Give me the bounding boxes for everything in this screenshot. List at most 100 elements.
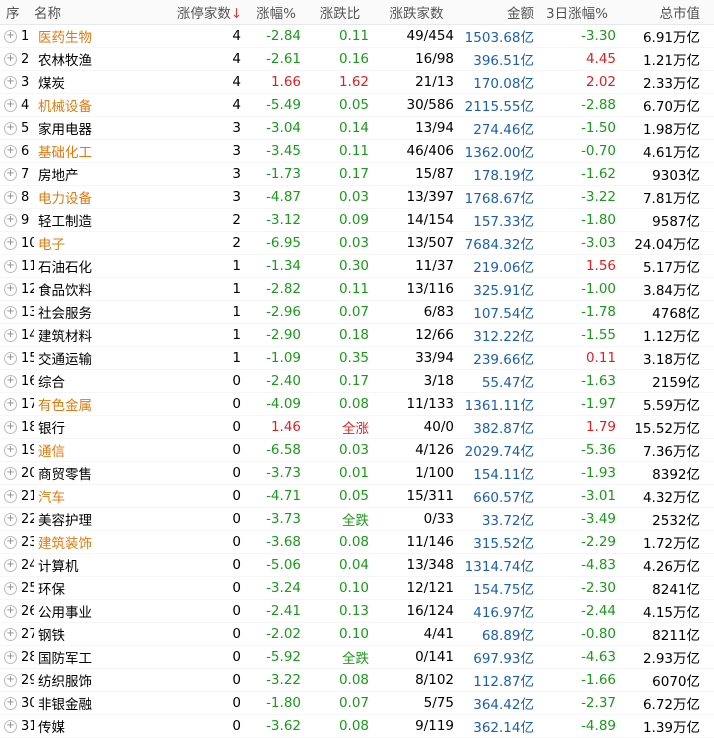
sector-name[interactable]: 基础化工 (34, 141, 172, 161)
plus-circle-icon[interactable]: + (4, 259, 17, 273)
sector-name[interactable]: 银行 (34, 417, 172, 437)
sector-name[interactable]: 农林牧渔 (34, 49, 172, 69)
sector-name[interactable]: 机械设备 (34, 95, 172, 115)
plus-circle-icon[interactable]: + (4, 696, 17, 710)
header-amount[interactable]: 金额 (458, 2, 536, 22)
sector-name[interactable]: 煤炭 (34, 72, 172, 92)
sector-name[interactable]: 纺织服饰 (34, 670, 172, 690)
plus-circle-icon[interactable]: + (4, 52, 17, 66)
sector-name[interactable]: 石油石化 (34, 256, 172, 276)
table-row[interactable]: +8 电力设备 3 -4.87 0.03 13/397 1768.67亿 -3.22 7.81万… (0, 186, 714, 209)
plus-circle-icon[interactable]: + (4, 512, 17, 526)
header-updown[interactable]: 涨跌家数 (375, 2, 458, 22)
sector-name[interactable]: 环保 (34, 578, 172, 598)
sector-name[interactable]: 钢铁 (34, 624, 172, 644)
sector-name[interactable]: 汽车 (34, 486, 172, 506)
plus-circle-icon[interactable]: + (4, 420, 17, 434)
table-row[interactable]: +18 银行 0 1.46 全涨 40/0 382.87亿 1.79 15.52万亿 (0, 416, 714, 439)
header-pct3d[interactable]: 3日涨幅% (536, 2, 618, 22)
table-row[interactable]: +27 钢铁 0 -2.02 0.10 4/41 68.89亿 -0.80 8211亿 (0, 623, 714, 646)
sector-name[interactable]: 轻工制造 (34, 210, 172, 230)
plus-circle-icon[interactable]: + (4, 397, 17, 411)
header-pct[interactable]: 涨幅% (247, 2, 305, 22)
plus-circle-icon[interactable]: + (4, 604, 17, 618)
plus-circle-icon[interactable]: + (4, 374, 17, 388)
table-row[interactable]: +19 通信 0 -6.58 0.03 4/126 2029.74亿 -5.36 7.36万亿 (0, 439, 714, 462)
sector-name[interactable]: 综合 (34, 371, 172, 391)
table-row[interactable]: +6 基础化工 3 -3.45 0.11 46/406 1362.00亿 -0.70 4.61万… (0, 140, 714, 163)
table-row[interactable]: +21 汽车 0 -4.71 0.05 15/311 660.57亿 -3.01 4.32万亿 (0, 485, 714, 508)
plus-circle-icon[interactable]: + (4, 581, 17, 595)
plus-circle-icon[interactable]: + (4, 351, 17, 365)
plus-circle-icon[interactable]: + (4, 75, 17, 89)
table-row[interactable]: +7 房地产 3 -1.73 0.17 15/87 178.19亿 -1.62 9303亿 (0, 163, 714, 186)
sector-name[interactable]: 传媒 (34, 716, 172, 736)
plus-circle-icon[interactable]: + (4, 167, 17, 181)
plus-circle-icon[interactable]: + (4, 466, 17, 480)
plus-circle-icon[interactable]: + (4, 282, 17, 296)
sector-name[interactable]: 国防军工 (34, 647, 172, 667)
table-row[interactable]: +25 环保 0 -3.24 0.10 12/121 154.75亿 -2.30 8241亿 (0, 577, 714, 600)
table-row[interactable]: +3 煤炭 4 1.66 1.62 21/13 170.08亿 2.02 2.33万亿 (0, 71, 714, 94)
table-row[interactable]: +26 公用事业 0 -2.41 0.13 16/124 416.97亿 -2.44 4.15万… (0, 600, 714, 623)
sector-name[interactable]: 电力设备 (34, 187, 172, 207)
table-row[interactable]: +22 美容护理 0 -3.73 全跌 0/33 33.72亿 -3.49 2532亿 (0, 508, 714, 531)
sector-name[interactable]: 房地产 (34, 164, 172, 184)
table-row[interactable]: +20 商贸零售 0 -3.73 0.01 1/100 154.11亿 -1.93 8392亿 (0, 462, 714, 485)
sector-name[interactable]: 通信 (34, 440, 172, 460)
table-row[interactable]: +23 建筑装饰 0 -3.68 0.08 11/146 315.52亿 -2.29 1.72万… (0, 531, 714, 554)
plus-circle-icon[interactable]: + (4, 190, 17, 204)
sector-name[interactable]: 电子 (34, 233, 172, 253)
plus-circle-icon[interactable]: + (4, 673, 17, 687)
plus-circle-icon[interactable]: + (4, 650, 17, 664)
plus-circle-icon[interactable]: + (4, 305, 17, 319)
table-row[interactable]: +31 传媒 0 -3.62 0.08 9/119 362.14亿 -4.89 1.39万亿 (0, 715, 714, 738)
table-row[interactable]: +11 石油石化 1 -1.34 0.30 11/37 219.06亿 1.56 5.17万亿 (0, 255, 714, 278)
header-limit-up[interactable]: 涨停家数↓ (172, 2, 247, 22)
table-row[interactable]: +12 食品饮料 1 -2.82 0.11 13/116 325.91亿 -1.00 3.84万… (0, 278, 714, 301)
plus-circle-icon[interactable]: + (4, 144, 17, 158)
table-row[interactable]: +13 社会服务 1 -2.96 0.07 6/83 107.54亿 -1.78 4768亿 (0, 301, 714, 324)
plus-circle-icon[interactable]: + (4, 535, 17, 549)
table-row[interactable]: +15 交通运输 1 -1.09 0.35 33/94 239.66亿 0.11 3.18万亿 (0, 347, 714, 370)
sector-name[interactable]: 非银金融 (34, 693, 172, 713)
sector-name[interactable]: 美容护理 (34, 509, 172, 529)
sector-name[interactable]: 建筑装饰 (34, 532, 172, 552)
plus-circle-icon[interactable]: + (4, 98, 17, 112)
table-row[interactable]: +1 医药生物 4 -2.84 0.11 49/454 1503.68亿 -3.30 6.91万… (0, 25, 714, 48)
table-row[interactable]: +30 非银金融 0 -1.80 0.07 5/75 364.42亿 -2.37 6.72万亿 (0, 692, 714, 715)
plus-circle-icon[interactable]: + (4, 328, 17, 342)
table-row[interactable]: +14 建筑材料 1 -2.90 0.18 12/66 312.22亿 -1.55 1.12万亿 (0, 324, 714, 347)
table-row[interactable]: +24 计算机 0 -5.06 0.04 13/348 1314.74亿 -4.83 4.26万… (0, 554, 714, 577)
sector-name[interactable]: 医药生物 (34, 26, 172, 46)
plus-circle-icon[interactable]: + (4, 213, 17, 227)
plus-circle-icon[interactable]: + (4, 443, 17, 457)
sector-name[interactable]: 商贸零售 (34, 463, 172, 483)
sector-name[interactable]: 食品饮料 (34, 279, 172, 299)
sector-name[interactable]: 家用电器 (34, 118, 172, 138)
sector-name[interactable]: 建筑材料 (34, 325, 172, 345)
table-row[interactable]: +28 国防军工 0 -5.92 全跌 0/141 697.93亿 -4.63 2.93万亿 (0, 646, 714, 669)
table-row[interactable]: +10 电子 2 -6.95 0.03 13/507 7684.32亿 -3.03 24.04万… (0, 232, 714, 255)
plus-circle-icon[interactable]: + (4, 719, 17, 733)
sector-name[interactable]: 计算机 (34, 555, 172, 575)
header-name[interactable]: 名称 (34, 2, 172, 22)
sector-name[interactable]: 交通运输 (34, 348, 172, 368)
table-row[interactable]: +17 有色金属 0 -4.09 0.08 11/133 1361.11亿 -1.97 5.59… (0, 393, 714, 416)
table-row[interactable]: +29 纺织服饰 0 -3.22 0.08 8/102 112.87亿 -1.66 6070亿 (0, 669, 714, 692)
header-seq[interactable]: 序 (0, 2, 34, 22)
sector-name[interactable]: 社会服务 (34, 302, 172, 322)
plus-circle-icon[interactable]: + (4, 558, 17, 572)
table-row[interactable]: +4 机械设备 4 -5.49 0.05 30/586 2115.55亿 -2.88 6.70万… (0, 94, 714, 117)
plus-circle-icon[interactable]: + (4, 489, 17, 503)
table-row[interactable]: +5 家用电器 3 -3.04 0.14 13/94 274.46亿 -1.50 1.98万亿 (0, 117, 714, 140)
plus-circle-icon[interactable]: + (4, 29, 17, 43)
table-row[interactable]: +2 农林牧渔 4 -2.61 0.16 16/98 396.51亿 4.45 1.21万亿 (0, 48, 714, 71)
plus-circle-icon[interactable]: + (4, 627, 17, 641)
table-row[interactable]: +16 综合 0 -2.40 0.17 3/18 55.47亿 -1.63 2159亿 (0, 370, 714, 393)
header-mktcap[interactable]: 总市值 (618, 2, 714, 22)
plus-circle-icon[interactable]: + (4, 121, 17, 135)
sector-name[interactable]: 公用事业 (34, 601, 172, 621)
sector-name[interactable]: 有色金属 (34, 394, 172, 414)
plus-circle-icon[interactable]: + (4, 236, 17, 250)
